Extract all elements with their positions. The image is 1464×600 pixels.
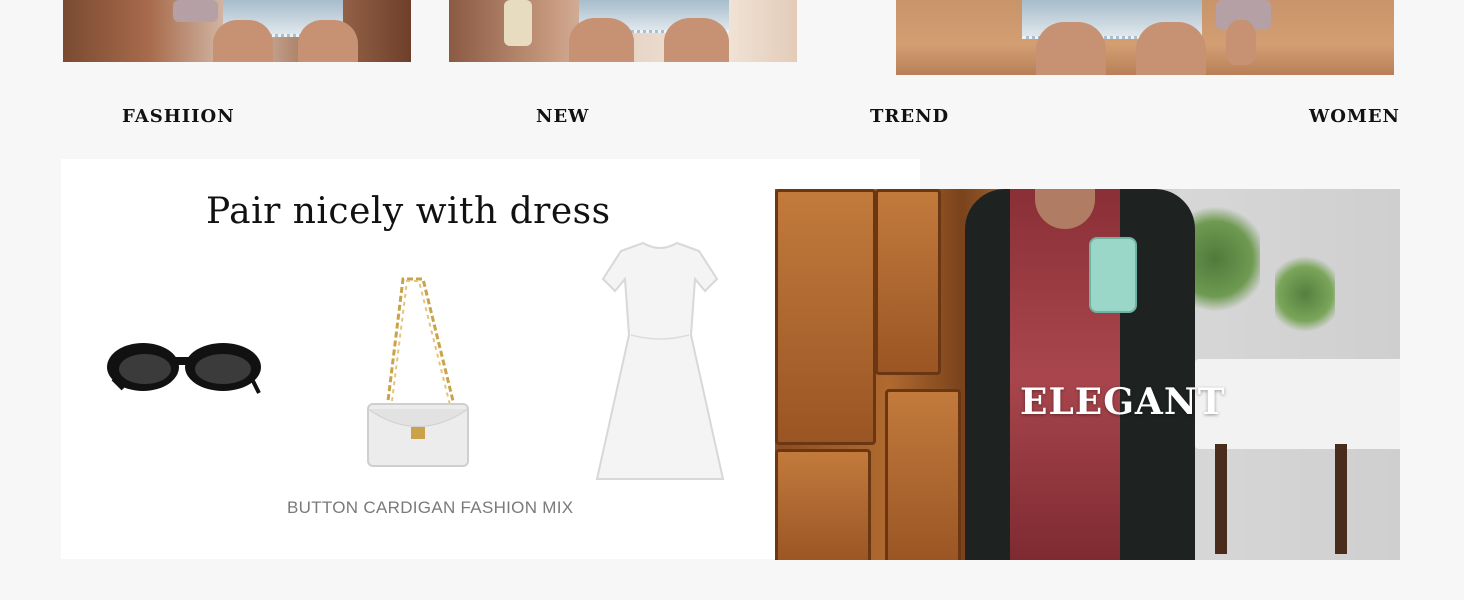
model-photo-2	[449, 0, 797, 62]
elegant-label: ELEGANT	[1020, 381, 1226, 423]
category-trend: TREND	[870, 106, 950, 127]
category-fashion: FASHIION	[122, 106, 235, 127]
pairing-title: Pair nicely with dress	[206, 191, 611, 232]
handbag-icon	[365, 269, 475, 469]
model-photo-1	[63, 0, 411, 62]
category-women: WOMEN	[1309, 106, 1400, 127]
pairing-caption: BUTTON CARDIGAN FASHION MIX	[287, 498, 574, 517]
elegant-photo: ELEGANT	[775, 189, 1400, 560]
category-new: NEW	[536, 106, 590, 127]
model-photo-3	[896, 0, 1394, 75]
sunglasses-icon	[105, 337, 265, 397]
dress-icon	[595, 239, 725, 489]
